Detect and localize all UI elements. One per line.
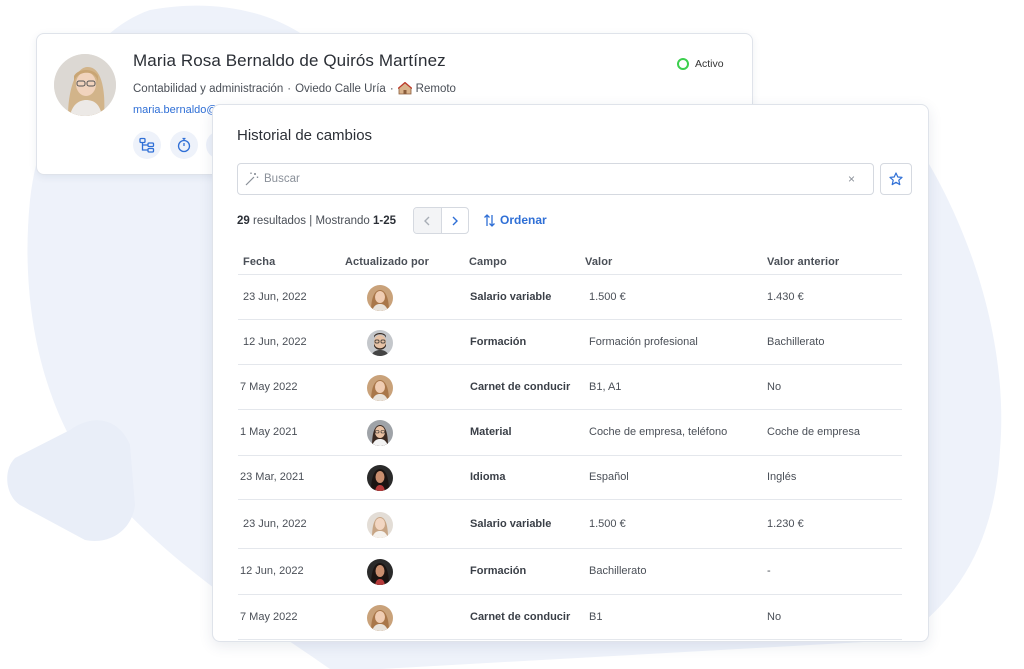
sort-label: Ordenar: [500, 213, 547, 227]
results-separator: |: [309, 215, 313, 227]
cell-date: 1 May 2021: [240, 426, 298, 438]
table-row[interactable]: 7 May 2022 Carnet de conducir B1 No: [238, 595, 902, 640]
search-input[interactable]: Buscar ×: [237, 163, 874, 195]
cell-previous: No: [767, 611, 782, 623]
timer-button[interactable]: [170, 131, 198, 159]
cell-field: Material: [470, 426, 512, 438]
department: Contabilidad y administración: [133, 82, 284, 95]
location: Oviedo Calle Uría: [295, 82, 386, 95]
clear-icon[interactable]: ×: [848, 172, 855, 186]
house-icon: [397, 82, 412, 95]
column-header-value[interactable]: Valor: [585, 256, 612, 268]
table-row[interactable]: 7 May 2022 Carnet de conducir B1, A1 No: [238, 365, 902, 410]
cell-value: 1.500 €: [589, 291, 626, 303]
cell-value: B1, A1: [589, 381, 622, 393]
magic-wand-icon: [245, 172, 259, 186]
sort-icon: [484, 213, 495, 227]
cell-field: Idioma: [470, 471, 506, 483]
showing-label: Mostrando: [315, 215, 370, 227]
work-mode: Remoto: [415, 82, 456, 95]
cell-field: Carnet de conducir: [470, 611, 571, 623]
table-header: Fecha Actualizado por Campo Valor Valor …: [238, 251, 902, 275]
next-page-button[interactable]: [442, 208, 469, 233]
cell-value: Coche de empresa, teléfono: [589, 426, 728, 438]
cell-field: Carnet de conducir: [470, 381, 571, 393]
cell-date: 23 Jun, 2022: [243, 291, 307, 303]
table-row[interactable]: 12 Jun, 2022 Formación Formación profesion…: [238, 320, 902, 365]
avatar[interactable]: [367, 330, 393, 356]
avatar[interactable]: [367, 285, 393, 311]
pagination: [413, 207, 469, 234]
cell-value: Formación profesional: [589, 336, 698, 348]
history-table: Fecha Actualizado por Campo Valor Valor …: [238, 251, 902, 640]
profile-name: Maria Rosa Bernaldo de Quirós Martínez: [133, 51, 446, 70]
cell-value: Bachillerato: [589, 565, 647, 577]
chevron-right-icon: [452, 216, 458, 225]
avatar[interactable]: [367, 375, 393, 401]
cell-previous: Inglés: [767, 471, 797, 483]
avatar[interactable]: [367, 605, 393, 631]
sort-button[interactable]: Ordenar: [483, 213, 547, 227]
results-range: 1-25: [373, 215, 397, 227]
meta-separator: ·: [287, 82, 292, 95]
table-row[interactable]: 23 Jun, 2022 Salario variable 1.500 € 1.230…: [238, 500, 902, 549]
status-dot-icon: [677, 58, 689, 70]
stopwatch-icon: [177, 137, 191, 153]
cell-field: Formación: [470, 565, 527, 577]
cell-field: Formación: [470, 336, 527, 348]
cell-value: 1.500 €: [589, 518, 626, 530]
cell-field: Salario variable: [470, 291, 552, 303]
column-header-previous[interactable]: Valor anterior: [767, 256, 839, 268]
cell-previous: -: [767, 565, 771, 577]
history-panel: Historial de cambios Buscar × 29 resulta…: [212, 104, 929, 642]
status-label: Activo: [695, 58, 724, 70]
chevron-left-icon: [424, 216, 430, 225]
table-row[interactable]: 23 Jun, 2022 Salario variable 1.500 € 1.430…: [238, 275, 902, 320]
table-row[interactable]: 23 Mar, 2021 Idioma Español Inglés: [238, 456, 902, 500]
table-body: 23 Jun, 2022 Salario variable 1.500 € 1.430…: [238, 275, 902, 640]
cell-date: 12 Jun, 2022: [243, 336, 307, 348]
status-badge: Activo: [677, 58, 724, 70]
meta-separator: ·: [389, 82, 394, 95]
cell-date: 7 May 2022: [240, 611, 298, 623]
column-header-date[interactable]: Fecha: [243, 256, 275, 268]
prev-page-button[interactable]: [414, 208, 442, 233]
cell-previous: Coche de empresa: [767, 426, 860, 438]
cell-value: Español: [589, 471, 629, 483]
results-summary: 29 resultados | Mostrando 1-25: [237, 215, 396, 227]
cell-date: 12 Jun, 2022: [240, 565, 304, 577]
org-chart-icon: [139, 137, 155, 153]
avatar[interactable]: [367, 465, 393, 491]
cell-date: 7 May 2022: [240, 381, 298, 393]
cell-date: 23 Mar, 2021: [240, 471, 305, 483]
org-chart-button[interactable]: [133, 131, 161, 159]
profile-meta: Contabilidad y administración · Oviedo C…: [133, 82, 456, 95]
cell-date: 23 Jun, 2022: [243, 518, 307, 530]
column-header-updated-by[interactable]: Actualizado por: [345, 256, 429, 268]
avatar[interactable]: [367, 559, 393, 585]
cell-field: Salario variable: [470, 518, 552, 530]
avatar: [54, 54, 116, 116]
search-placeholder: Buscar: [264, 173, 300, 185]
cell-previous: 1.230 €: [767, 518, 804, 530]
table-row[interactable]: 1 May 2021 Material Coche de empresa, telé…: [238, 410, 902, 456]
cell-previous: No: [767, 381, 782, 393]
star-icon: [889, 172, 903, 186]
avatar[interactable]: [367, 512, 393, 538]
cell-value: B1: [589, 611, 603, 623]
cell-previous: Bachillerato: [767, 336, 825, 348]
avatar[interactable]: [367, 420, 393, 446]
cell-previous: 1.430 €: [767, 291, 804, 303]
column-header-field[interactable]: Campo: [469, 256, 507, 268]
table-row[interactable]: 12 Jun, 2022 Formación Bachillerato -: [238, 549, 902, 595]
panel-title: Historial de cambios: [237, 127, 373, 144]
favorite-button[interactable]: [880, 163, 912, 195]
results-count: 29: [237, 215, 250, 227]
email-link[interactable]: maria.bernaldo@: [133, 104, 218, 116]
results-label: resultados: [253, 215, 307, 227]
